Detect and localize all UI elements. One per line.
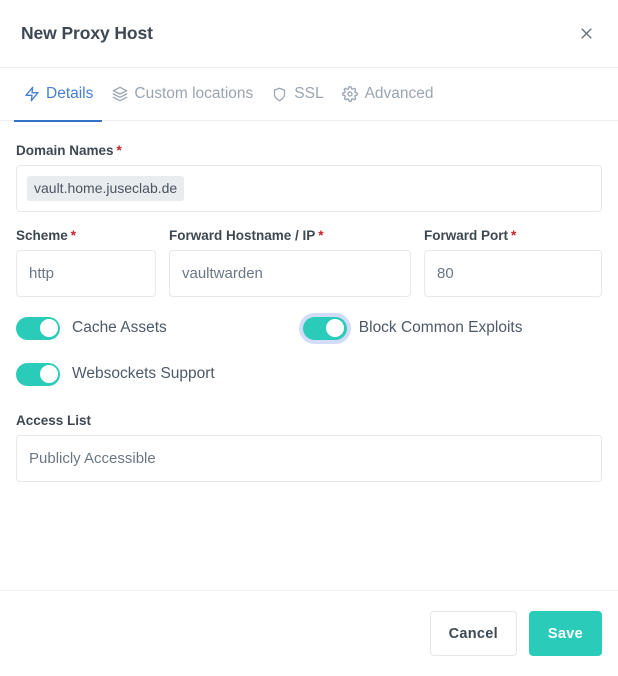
toggle-websockets-support[interactable]: Websockets Support: [16, 362, 215, 386]
tab-label: SSL: [294, 85, 324, 102]
access-list-label: Access List: [16, 413, 92, 428]
switch-knob: [39, 319, 58, 337]
save-button[interactable]: Save: [528, 611, 602, 656]
label-text: Forward Port: [424, 228, 509, 243]
required-asterisk: *: [116, 143, 122, 158]
dialog-footer: Cancel Save: [0, 590, 618, 676]
gear-icon: [342, 86, 359, 103]
switch-knob: [326, 319, 345, 337]
scheme-value: http: [29, 265, 55, 282]
forward-port-value: 80: [437, 265, 454, 282]
switch-track[interactable]: [302, 316, 347, 340]
forward-port-input[interactable]: 80: [424, 250, 602, 297]
forward-hostname-label: Forward Hostname / IP *: [169, 228, 411, 243]
close-button[interactable]: [572, 20, 600, 48]
field-group-scheme: Scheme * http: [16, 228, 169, 297]
zap-icon: [23, 86, 40, 103]
toggle-cache-assets[interactable]: Cache Assets: [16, 316, 167, 340]
forward-hostname-input[interactable]: vaultwarden: [169, 250, 411, 297]
dialog-tabs: Details Custom locations SSL Advanced: [0, 68, 618, 122]
page-title: New Proxy Host: [21, 23, 153, 43]
required-asterisk: *: [318, 228, 324, 243]
field-group-access-list: Access List Publicly Accessible: [16, 413, 602, 482]
tab-ssl[interactable]: SSL: [262, 68, 332, 121]
switch-knob: [39, 365, 58, 383]
toggle-label: Websockets Support: [72, 365, 215, 382]
dialog-body: Domain Names * vault.home.juseclab.de Sch…: [0, 121, 618, 590]
field-group-domain-names: Domain Names * vault.home.juseclab.de: [16, 143, 602, 212]
required-asterisk: *: [70, 228, 77, 243]
tab-custom-locations[interactable]: Custom locations: [102, 68, 262, 121]
tab-details[interactable]: Details: [14, 68, 103, 122]
dialog-header: New Proxy Host: [0, 0, 618, 68]
required-asterisk: *: [511, 228, 517, 243]
tab-advanced[interactable]: Advanced: [333, 68, 443, 121]
forward-port-label: Forward Port *: [424, 228, 602, 243]
access-list-select[interactable]: Publicly Accessible: [16, 435, 602, 482]
forward-hostname-value: vaultwarden: [182, 265, 263, 282]
tab-label: Details: [46, 85, 94, 102]
new-proxy-host-dialog: New Proxy Host Details Custom locations …: [0, 0, 618, 676]
shield-icon: [271, 86, 288, 103]
access-list-value: Publicly Accessible: [29, 450, 156, 467]
domain-tag[interactable]: vault.home.juseclab.de: [27, 175, 185, 202]
toggle-row-secondary: Websockets Support: [16, 357, 602, 391]
toggle-label: Block Common Exploits: [358, 319, 523, 336]
toggle-block-common-exploits[interactable]: Block Common Exploits: [302, 316, 523, 340]
toggle-label: Cache Assets: [72, 319, 167, 336]
label-text: Domain Names: [16, 143, 114, 158]
layers-icon: [111, 86, 128, 103]
tab-active-indicator: [14, 119, 103, 122]
forward-settings-row: Scheme * http Forward Hostname / IP * vaul…: [16, 228, 602, 297]
cancel-button[interactable]: Cancel: [429, 611, 517, 656]
tab-label: Custom locations: [134, 85, 254, 102]
switch-track[interactable]: [16, 362, 60, 386]
domain-names-input[interactable]: vault.home.juseclab.de: [16, 165, 602, 212]
label-text: Scheme: [16, 228, 68, 243]
toggle-row-primary: Cache Assets Block Common Exploits: [16, 311, 602, 345]
field-group-forward-hostname: Forward Hostname / IP * vaultwarden: [169, 228, 424, 297]
scheme-label: Scheme *: [16, 228, 156, 243]
tab-label: Advanced: [364, 85, 434, 102]
domain-names-label: Domain Names *: [16, 143, 602, 158]
switch-track[interactable]: [16, 316, 60, 340]
field-group-forward-port: Forward Port * 80: [424, 228, 602, 297]
label-text: Forward Hostname / IP: [169, 228, 316, 243]
scheme-select[interactable]: http: [16, 250, 156, 297]
close-icon: [579, 26, 594, 41]
